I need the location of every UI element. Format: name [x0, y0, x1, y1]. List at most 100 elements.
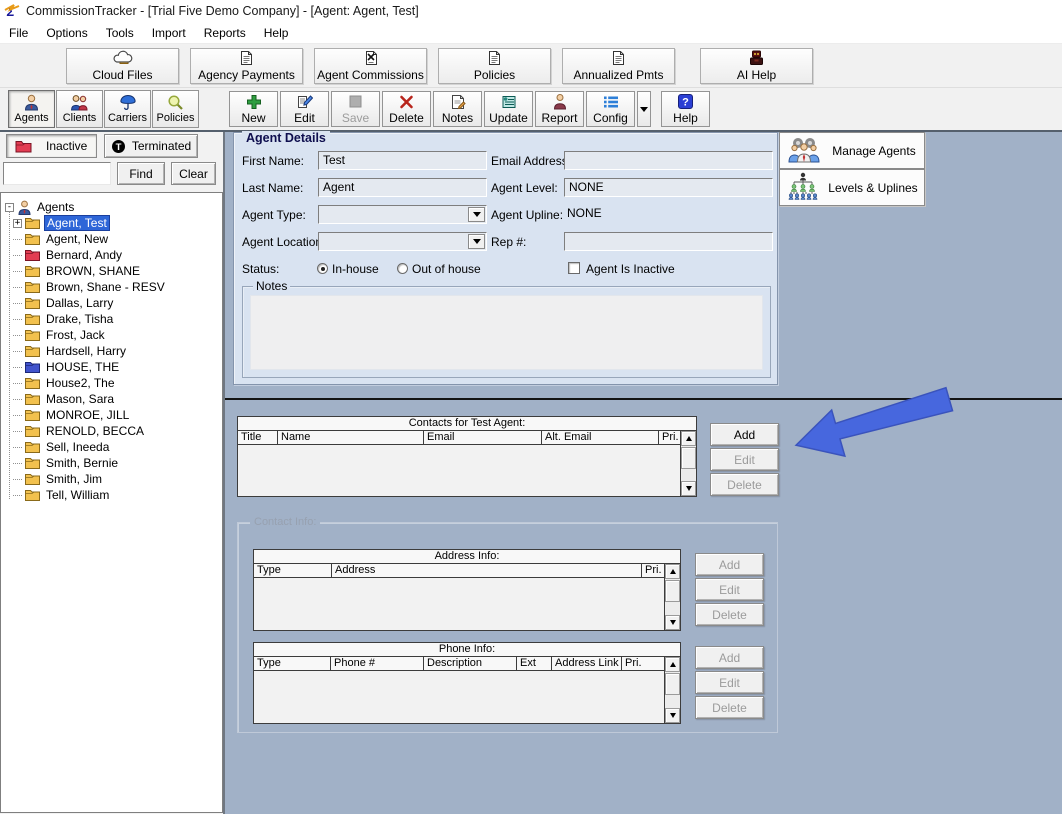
delete-button[interactable]: Delete [695, 603, 764, 626]
contacts-scrollbar[interactable] [680, 431, 696, 496]
scroll-up-icon[interactable] [665, 657, 680, 672]
column-header[interactable]: Type [254, 564, 332, 577]
cloud-files-button[interactable]: Cloud Files [66, 48, 179, 84]
report-button[interactable]: Report [535, 91, 584, 127]
tree-item[interactable]: Agent, New [13, 231, 220, 247]
tree-item[interactable]: Smith, Jim [13, 471, 220, 487]
email-field[interactable] [564, 151, 773, 170]
agent-type-dropdown[interactable] [318, 205, 487, 224]
column-header[interactable]: Alt. Email [542, 431, 659, 444]
agent-location-dropdown[interactable] [318, 232, 487, 251]
ai-help-button[interactable]: AI Help [700, 48, 813, 84]
tree-item[interactable]: Mason, Sara [13, 391, 220, 407]
add-button[interactable]: Add [695, 553, 764, 576]
menu-tools[interactable]: Tools [97, 23, 143, 43]
scroll-thumb[interactable] [681, 447, 696, 469]
scroll-down-icon[interactable] [681, 481, 696, 496]
delete-button[interactable]: Delete [710, 473, 779, 496]
agent-commissions-button[interactable]: Agent Commissions [314, 48, 427, 84]
tree-item[interactable]: MONROE, JILL [13, 407, 220, 423]
manage-agents-button[interactable]: Manage Agents [779, 132, 925, 169]
out-of-house-radio[interactable] [397, 263, 408, 274]
column-header[interactable]: Ext [517, 657, 552, 670]
scroll-down-icon[interactable] [665, 708, 680, 723]
notes-textarea[interactable] [250, 295, 763, 370]
column-header[interactable]: Description [424, 657, 517, 670]
find-button[interactable]: Find [117, 162, 165, 185]
tree-item[interactable]: Drake, Tisha [13, 311, 220, 327]
edit-button[interactable]: Edit [695, 578, 764, 601]
tree-item[interactable]: Smith, Bernie [13, 455, 220, 471]
column-header[interactable]: Phone # [331, 657, 424, 670]
edit-button[interactable]: Edit [695, 671, 764, 694]
tree-item[interactable]: Bernard, Andy [13, 247, 220, 263]
tree-item[interactable]: Brown, Shane - RESV [13, 279, 220, 295]
new-button[interactable]: New [229, 91, 278, 127]
delete-button[interactable]: Delete [382, 91, 431, 127]
menu-file[interactable]: File [0, 23, 37, 43]
edit-button[interactable]: Edit [710, 448, 779, 471]
menu-import[interactable]: Import [143, 23, 195, 43]
inactive-filter-button[interactable]: Inactive [6, 134, 97, 158]
column-header[interactable]: Pri. [622, 657, 664, 670]
config-button[interactable]: Config [586, 91, 635, 127]
column-header[interactable]: Email [424, 431, 542, 444]
save-button[interactable]: Save [331, 91, 380, 127]
last-name-field[interactable]: Agent [318, 178, 487, 197]
edit-button[interactable]: Edit [280, 91, 329, 127]
rep-number-field[interactable] [564, 232, 773, 251]
column-header[interactable]: Address Link [552, 657, 622, 670]
column-header[interactable]: Pri. [659, 431, 680, 444]
tree-item[interactable]: Frost, Jack [13, 327, 220, 343]
update-button[interactable]: Update [484, 91, 533, 127]
column-header[interactable]: Type [254, 657, 331, 670]
chevron-down-icon[interactable] [468, 234, 485, 249]
scroll-thumb[interactable] [665, 673, 680, 695]
tree-expander-icon[interactable]: + [13, 219, 22, 228]
delete-button[interactable]: Delete [695, 696, 764, 719]
tab-policies[interactable]: Policies [152, 90, 199, 128]
levels-uplines-button[interactable]: Levels & Uplines [779, 169, 925, 206]
tab-agents[interactable]: Agents [8, 90, 55, 128]
tree-item[interactable]: HOUSE, THE [13, 359, 220, 375]
tab-clients[interactable]: Clients [56, 90, 103, 128]
tree-item[interactable]: House2, The [13, 375, 220, 391]
tree-item[interactable]: Sell, Ineeda [13, 439, 220, 455]
column-header[interactable]: Name [278, 431, 424, 444]
terminated-filter-button[interactable]: T Terminated [104, 134, 198, 158]
help-button[interactable]: ? Help [661, 91, 710, 127]
scroll-up-icon[interactable] [681, 431, 696, 446]
add-button[interactable]: Add [710, 423, 779, 446]
column-header[interactable]: Title [238, 431, 278, 444]
tab-carriers[interactable]: Carriers [104, 90, 151, 128]
tree-item[interactable]: Hardsell, Harry [13, 343, 220, 359]
tree-item[interactable]: RENOLD, BECCA [13, 423, 220, 439]
column-header[interactable]: Pri. [642, 564, 664, 577]
scroll-up-icon[interactable] [665, 564, 680, 579]
scroll-thumb[interactable] [665, 580, 680, 602]
agent-search-input[interactable] [3, 162, 111, 185]
in-house-radio[interactable] [317, 263, 328, 274]
tree-item[interactable]: Tell, William [13, 487, 220, 503]
tree-item[interactable]: BROWN, SHANE [13, 263, 220, 279]
policies-button[interactable]: Policies [438, 48, 551, 84]
menu-options[interactable]: Options [37, 23, 96, 43]
add-button[interactable]: Add [695, 646, 764, 669]
annualized-pmts-button[interactable]: Annualized Pmts [562, 48, 675, 84]
notes-button[interactable]: Notes [433, 91, 482, 127]
menu-help[interactable]: Help [255, 23, 298, 43]
column-header[interactable]: Address [332, 564, 642, 577]
config-dropdown-button[interactable] [637, 91, 651, 127]
scroll-down-icon[interactable] [665, 615, 680, 630]
agency-payments-button[interactable]: Agency Payments [190, 48, 303, 84]
first-name-field[interactable]: Test [318, 151, 487, 170]
address-scrollbar[interactable] [664, 564, 680, 630]
menu-reports[interactable]: Reports [195, 23, 255, 43]
agent-inactive-checkbox[interactable] [568, 262, 580, 274]
chevron-down-icon[interactable] [468, 207, 485, 222]
phone-scrollbar[interactable] [664, 657, 680, 723]
tree-item[interactable]: Dallas, Larry [13, 295, 220, 311]
tree-item[interactable]: + Agent, Test [13, 215, 220, 231]
clear-button[interactable]: Clear [171, 162, 216, 185]
tree-root-row[interactable]: - Agents [5, 199, 220, 215]
